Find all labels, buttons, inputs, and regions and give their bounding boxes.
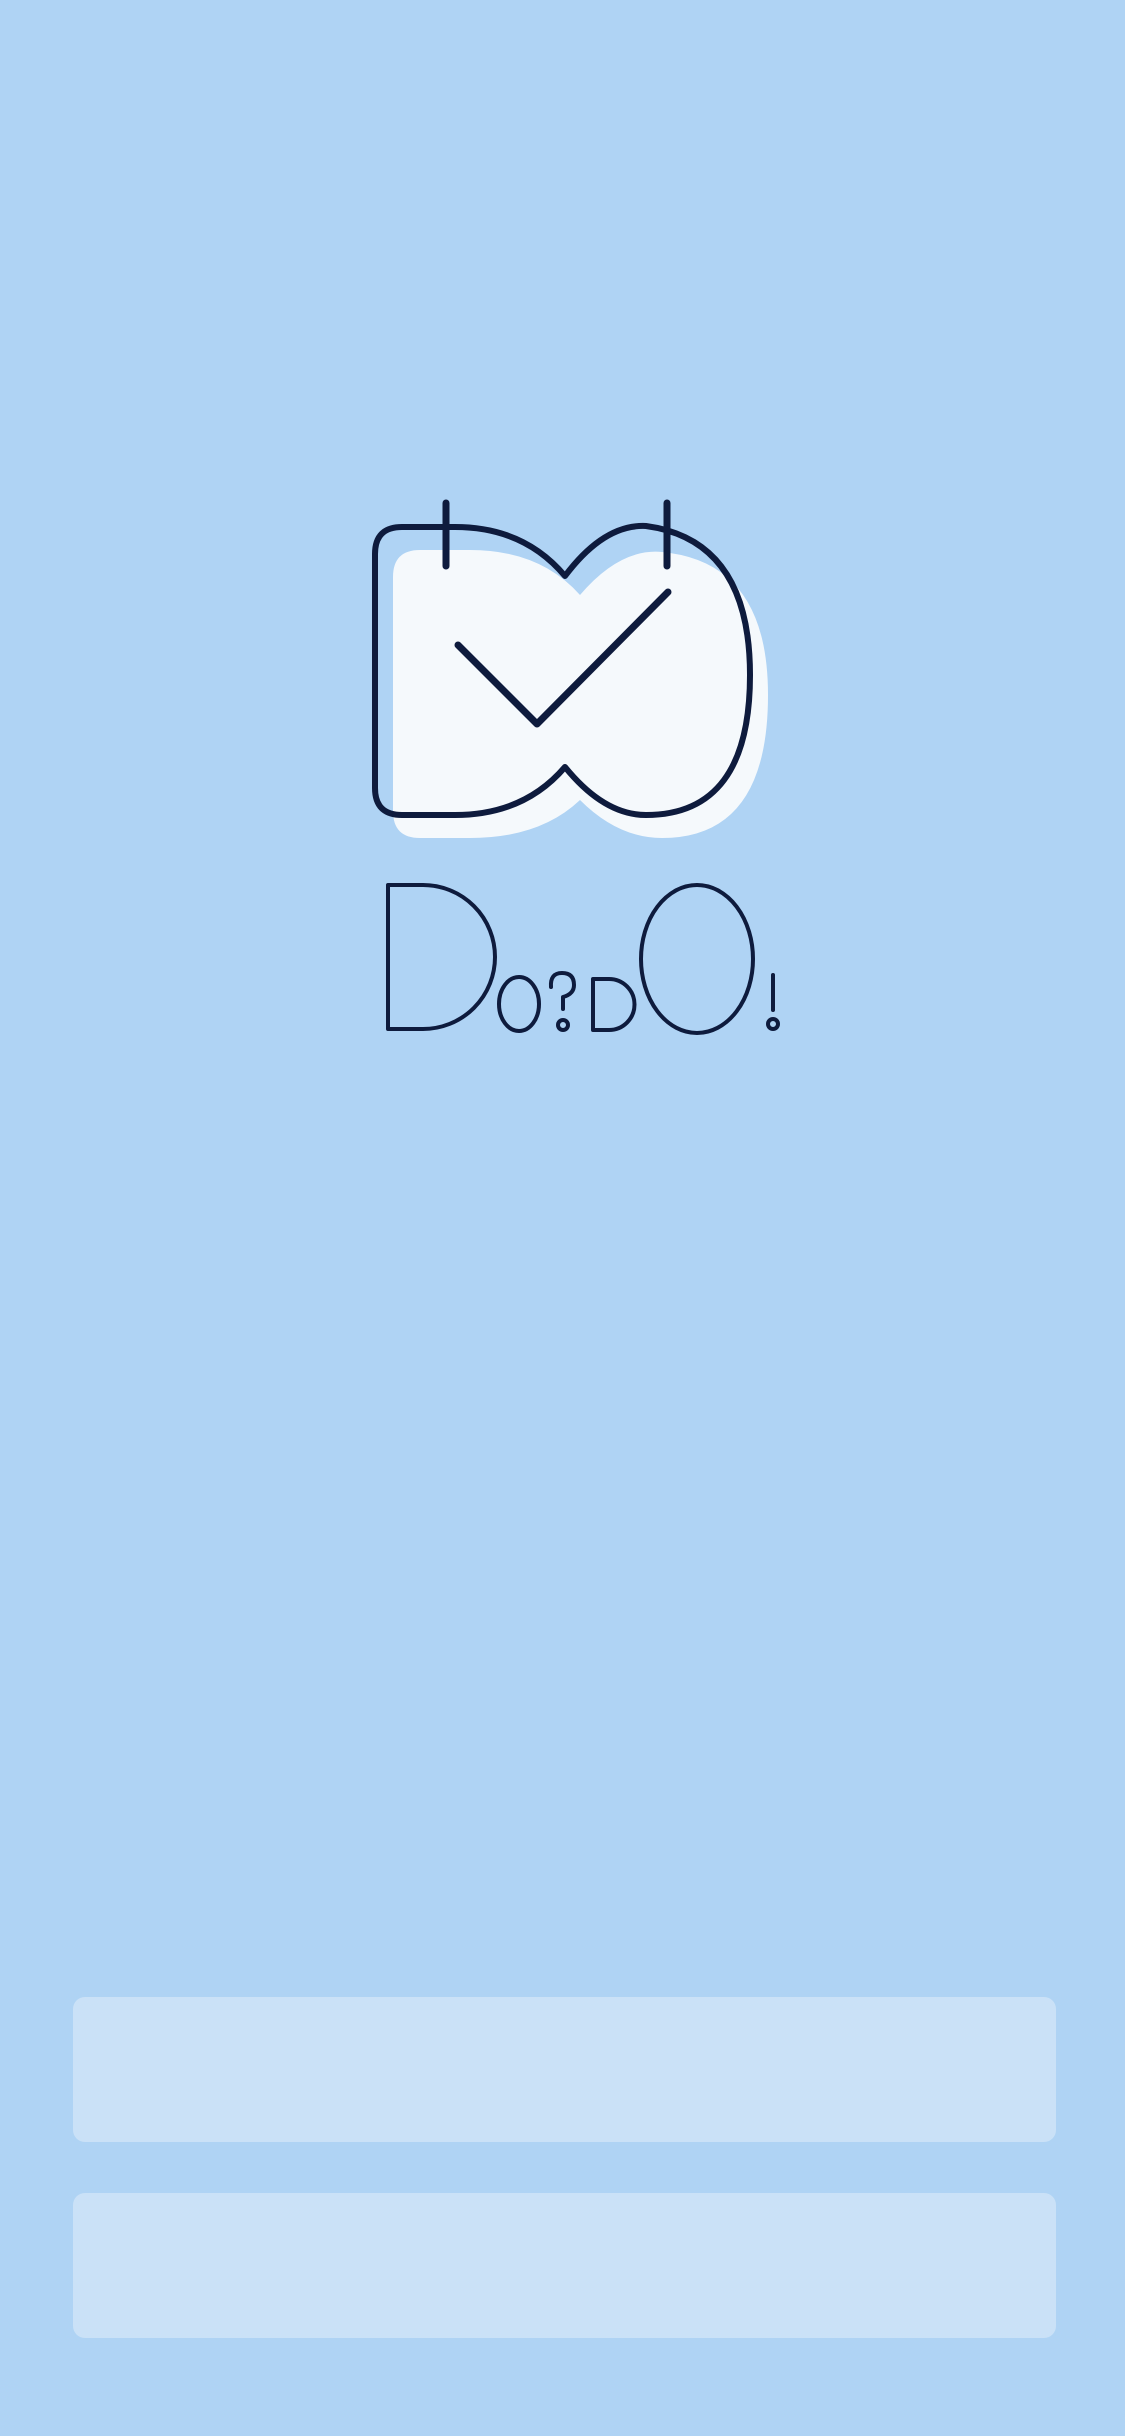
wordmark-letter-o-small — [497, 975, 541, 1033]
app-wordmark — [386, 883, 780, 1035]
wordmark-exclamation-dot — [766, 1017, 780, 1031]
wordmark-letter-d-large — [386, 883, 497, 1031]
wordmark-question-mark — [548, 971, 576, 1011]
calendar-check-icon — [372, 499, 768, 838]
wordmark-letter-d-small — [591, 977, 637, 1032]
splash-screen — [0, 0, 1125, 2436]
primary-action-button[interactable] — [73, 1997, 1056, 2142]
wordmark-question-dot — [556, 1018, 570, 1032]
secondary-action-button[interactable] — [73, 2193, 1056, 2338]
wordmark-letter-o-large — [639, 883, 755, 1035]
